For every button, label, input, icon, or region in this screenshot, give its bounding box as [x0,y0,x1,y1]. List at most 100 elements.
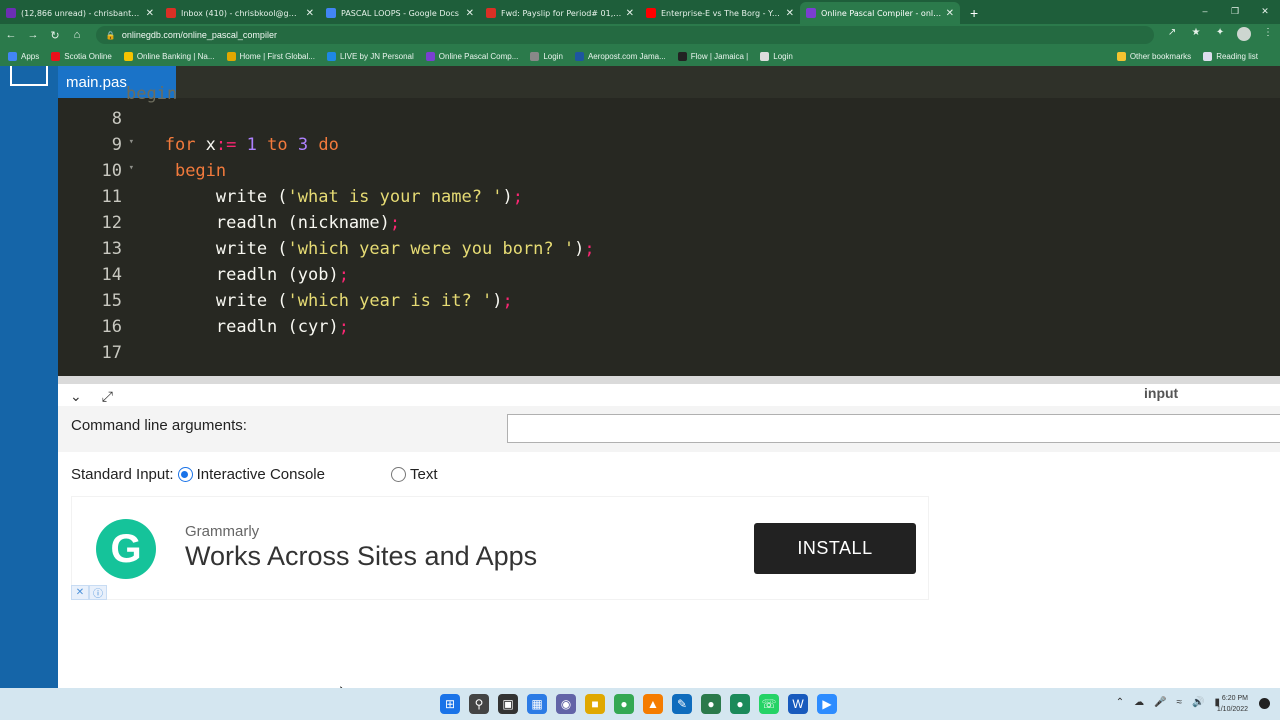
chrome-icon[interactable]: ● [614,694,634,714]
command-line-input[interactable] [507,414,1280,443]
code-line[interactable]: 15 write ('which year is it? '); [58,288,1280,314]
browser-tab[interactable]: Fwd: Payslip for Period# 01, Endi ✕ [480,2,640,24]
line-number: 14 [101,265,122,285]
task-view-icon[interactable]: ▣ [498,694,518,714]
tab-close-icon[interactable]: ✕ [146,8,154,19]
bookmark-item[interactable]: Login [760,51,793,61]
whatsapp-icon[interactable]: ☏ [759,694,779,714]
other-bookmarks[interactable]: Other bookmarks [1116,51,1191,61]
panel-resize-handle[interactable] [58,376,1280,384]
fold-arrow-icon[interactable]: ▾ [129,137,134,147]
bookmark-favicon-icon [760,51,770,61]
grammarly-ad[interactable]: G Grammarly Works Across Sites and Apps … [71,496,929,708]
fold-arrow-icon[interactable]: ▾ [129,163,134,173]
browser-tab[interactable]: (12,866 unread) - chrisbanton@y ✕ [0,2,160,24]
line-number: 16 [101,317,122,337]
chrome-profile-icon[interactable]: ● [701,694,721,714]
menu-icon[interactable]: ⋮ [1256,27,1280,44]
code-line[interactable]: 13 write ('which year were you born? '); [58,236,1280,262]
back-icon[interactable]: ← [0,29,22,41]
tab-close-icon[interactable]: ✕ [946,8,954,19]
site-logo-icon[interactable] [10,66,48,86]
zoom-icon[interactable]: ▶ [817,694,837,714]
interactive-console-radio[interactable] [177,467,193,482]
restore-icon[interactable]: ❐ [1220,6,1250,17]
code-line[interactable]: 16 readln (cyr); [58,314,1280,340]
bookmark-item[interactable]: Online Pascal Comp... [425,51,518,61]
bookmark-item[interactable]: Flow | Jamaica | [677,51,748,61]
bookmark-item[interactable]: Login [530,51,563,61]
bookmark-label: Login [543,51,563,61]
collapse-chevron-icon[interactable]: ⌄ [70,388,82,405]
tab-close-icon[interactable]: ✕ [626,8,634,19]
mic-icon[interactable]: 🎤 [1154,697,1166,708]
wifi-icon[interactable]: ≈ [1177,697,1183,708]
volume-icon[interactable]: 🔊 [1192,697,1204,708]
code-text: begin [174,161,227,181]
address-bar[interactable]: 🔒 onlinegdb.com/online_pascal_compiler [95,26,1155,44]
code-line[interactable]: 12 readln (nickname); [58,210,1280,236]
minimize-icon[interactable]: – [1190,6,1220,16]
expand-icon[interactable]: ⤢ [102,388,113,405]
vlc-icon[interactable]: ▲ [643,694,663,714]
browser-tab[interactable]: Online Pascal Compiler - online ✕ [800,2,960,24]
code-line[interactable]: 9 ▾ for x:= 1 to 3 do [58,132,1280,158]
code-line[interactable]: 10 ▾ begin [58,158,1280,184]
bookmark-label: LIVE by JN Personal [339,51,414,61]
search-icon[interactable]: ⚲ [469,694,489,714]
code-line[interactable]: 11 write ('what is your name? '); [58,184,1280,210]
interactive-console-label[interactable]: Interactive Console [197,466,325,483]
text-radio-label[interactable]: Text [410,466,438,483]
bookmark-label: Aeropost.com Jama... [587,51,666,61]
os-taskbar: ⊞ ⚲ ▣ ▦ ◉ ■ ● ▲ ✎ ● ● ☏ W ▶ ⌃ ☁ 🎤 ≈ 🔊 ▮ … [0,688,1280,720]
bookmark-item[interactable]: LIVE by JN Personal [326,51,414,61]
share-icon[interactable]: ↗ [1160,27,1184,44]
notifications-icon[interactable] [1259,698,1270,709]
app-icon[interactable]: ✎ [672,694,692,714]
code-lines[interactable]: 8 9 ▾ for x:= 1 to 3 do 10 ▾ begin 11 write (… [58,106,1280,366]
widgets-icon[interactable]: ▦ [527,694,547,714]
input-tab-label[interactable]: input [1144,385,1178,401]
file-explorer-icon[interactable]: ■ [585,694,605,714]
code-line[interactable]: 8 [58,106,1280,132]
code-line[interactable]: 17 [58,340,1280,366]
ad-close-icon[interactable]: ✕ [71,585,89,600]
reading-list[interactable]: Reading list [1203,51,1258,61]
browser-tab[interactable]: Inbox (410) - chrisbkool@gmail.c ✕ [160,2,320,24]
chat-icon[interactable]: ◉ [556,694,576,714]
star-icon[interactable]: ★ [1184,27,1208,44]
profile-avatar[interactable] [1232,26,1256,44]
forward-icon[interactable]: → [22,29,44,41]
reload-icon[interactable]: ↻ [44,29,66,42]
bookmark-item[interactable]: Online Banking | Na... [123,51,215,61]
bookmark-item[interactable]: Apps [8,51,39,61]
grammarly-logo-icon: G [96,519,156,579]
cloud-icon[interactable]: ☁ [1134,697,1144,708]
bookmark-item[interactable]: Scotia Online [51,51,112,61]
clock[interactable]: 6:20 PM 1/10/2022 [1217,693,1248,715]
code-editor[interactable]: main.pas begin 8 9 ▾ for x:= 1 to 3 do 10 ▾ … [58,66,1280,386]
browser-tab[interactable]: Enterprise-E vs The Borg - YouTu ✕ [640,2,800,24]
chrome-profile-2-icon[interactable]: ● [730,694,750,714]
tab-favicon-icon [486,8,496,18]
tab-close-icon[interactable]: ✕ [466,8,474,19]
tab-close-icon[interactable]: ✕ [306,8,314,19]
tab-close-icon[interactable]: ✕ [786,8,794,19]
windows-start-icon[interactable]: ⊞ [440,694,460,714]
word-icon[interactable]: W [788,694,808,714]
browser-tab[interactable]: PASCAL LOOPS - Google Docs ✕ [320,2,480,24]
new-tab-button[interactable]: + [970,2,978,24]
tray-chevron-icon[interactable]: ⌃ [1116,697,1124,708]
bookmark-item[interactable]: Aeropost.com Jama... [574,51,666,61]
code-line[interactable]: 14 readln (yob); [58,262,1280,288]
ad-info-icon[interactable]: ⓘ [89,585,107,600]
line-number: 9 ▾ [111,135,134,155]
install-button[interactable]: INSTALL [754,523,916,574]
bookmark-favicon-icon [530,51,540,61]
bookmark-item[interactable]: Home | First Global... [226,51,315,61]
close-window-icon[interactable]: ✕ [1250,6,1280,17]
home-icon[interactable]: ⌂ [66,29,88,41]
browser-toolbar: ← → ↻ ⌂ 🔒 onlinegdb.com/online_pascal_co… [0,24,1280,46]
text-radio[interactable] [390,467,406,482]
extensions-icon[interactable]: ✦ [1208,27,1232,44]
